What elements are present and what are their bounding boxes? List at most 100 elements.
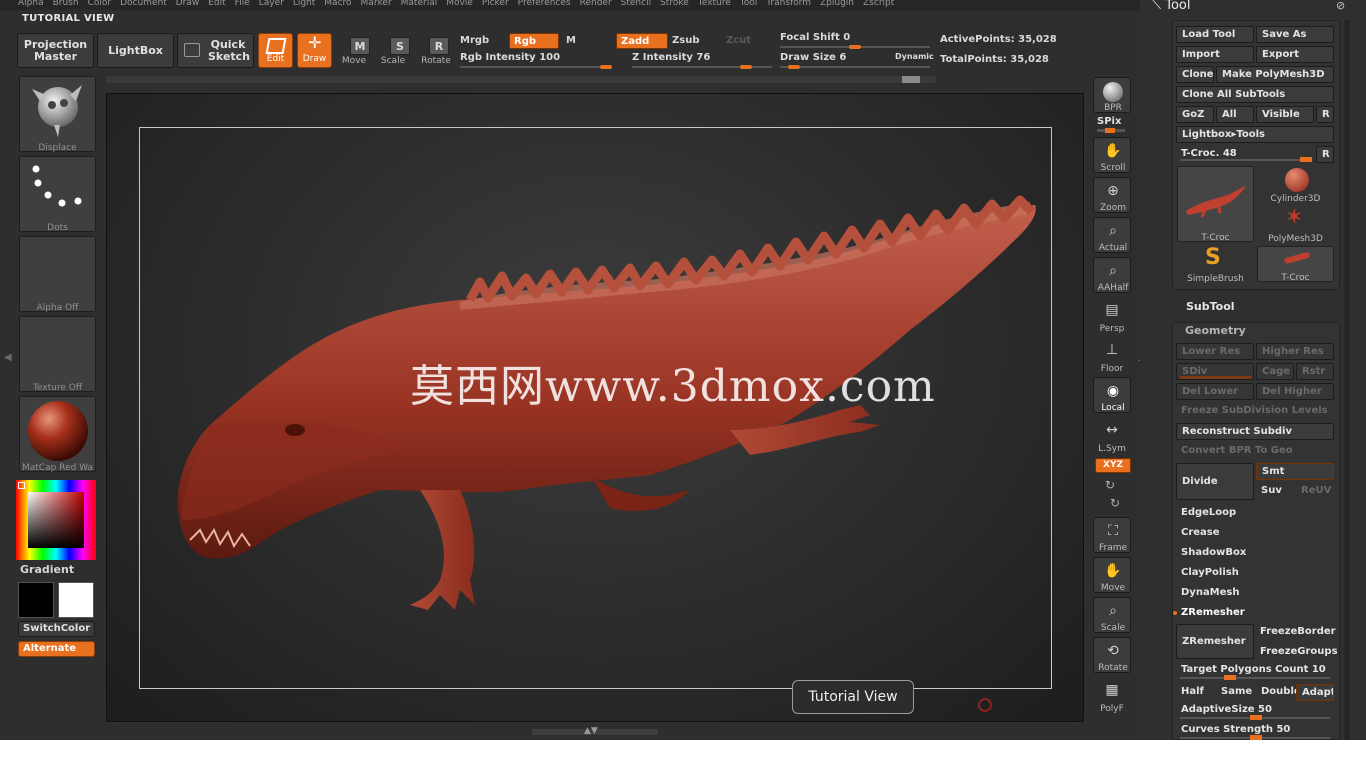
tool-thumb-polymesh[interactable]: ✶ PolyMesh3D xyxy=(1257,206,1334,245)
target-polygons-handle[interactable] xyxy=(1224,675,1236,680)
scroll-button[interactable]: ✋ Scroll xyxy=(1093,137,1131,173)
zoom-button[interactable]: ⊕ Zoom xyxy=(1093,177,1131,213)
focal-shift-handle[interactable] xyxy=(849,45,861,49)
menu-layer[interactable]: Layer xyxy=(259,0,284,8)
lightbox-tools-button[interactable]: Lightbox▸Tools xyxy=(1176,126,1334,143)
draw-size-slider[interactable]: Draw Size 6 xyxy=(780,52,846,63)
make-polymesh-button[interactable]: Make PolyMesh3D xyxy=(1216,66,1334,83)
clone-all-subtools-button[interactable]: Clone All SubTools xyxy=(1176,86,1334,103)
mrgb-button[interactable]: Mrgb xyxy=(456,33,506,49)
tcroc-track[interactable] xyxy=(1180,159,1310,161)
load-tool-button[interactable]: Load Tool xyxy=(1176,26,1254,43)
z-intensity-slider[interactable]: Z Intensity 76 xyxy=(632,52,710,63)
local-button[interactable]: ◉ Local xyxy=(1093,377,1131,413)
scale-icon[interactable]: S xyxy=(390,37,410,55)
suv-toggle[interactable]: Suv xyxy=(1256,483,1294,500)
alternate-button[interactable]: Alternate xyxy=(18,641,95,657)
actual-button[interactable]: ⌕ Actual xyxy=(1093,217,1131,253)
del-lower-button[interactable]: Del Lower xyxy=(1176,383,1254,400)
geometry-header[interactable]: Geometry xyxy=(1185,324,1246,337)
sdiv-track[interactable] xyxy=(1180,376,1252,379)
freeze-border-toggle[interactable]: FreezeBorder xyxy=(1255,624,1339,641)
freeze-groups-toggle[interactable]: FreezeGroups xyxy=(1255,644,1339,661)
secondary-color-swatch[interactable] xyxy=(18,582,54,618)
menu-zplugin[interactable]: Zplugin xyxy=(820,0,854,8)
menu-marker[interactable]: Marker xyxy=(361,0,392,8)
zcut-button[interactable]: Zcut xyxy=(722,33,772,49)
goz-all-button[interactable]: All xyxy=(1216,106,1254,123)
color-picker[interactable] xyxy=(16,480,96,560)
menu-alpha[interactable]: Alpha xyxy=(18,0,44,8)
menu-preferences[interactable]: Preferences xyxy=(518,0,571,8)
rstr-button[interactable]: Rstr xyxy=(1296,363,1334,380)
import-button[interactable]: Import xyxy=(1176,46,1254,63)
rgb-intensity-slider[interactable]: Rgb Intensity 100 xyxy=(460,52,560,63)
move-view-button[interactable]: ✋ Move xyxy=(1093,557,1131,593)
menu-render[interactable]: Render xyxy=(580,0,612,8)
export-button[interactable]: Export xyxy=(1256,46,1334,63)
tool-thumb-cylinder[interactable]: Cylinder3D xyxy=(1257,166,1334,204)
rotate-y-icon[interactable]: ↻ xyxy=(1105,478,1115,492)
convert-bpr-button[interactable]: Convert BPR To Geo xyxy=(1176,443,1336,460)
floor-button[interactable]: ⊥ Floor xyxy=(1093,337,1131,374)
reuv-button[interactable]: ReUV xyxy=(1296,483,1336,500)
zsub-button[interactable]: Zsub xyxy=(668,33,720,49)
horizontal-scrollbar[interactable] xyxy=(106,76,936,83)
rotate-icon[interactable]: R xyxy=(429,37,449,55)
zadd-button[interactable]: Zadd xyxy=(616,33,668,49)
dynamesh-header[interactable]: DynaMesh xyxy=(1176,585,1334,602)
gradient-label[interactable]: Gradient xyxy=(20,563,74,576)
zremesher-button[interactable]: ZRemesher xyxy=(1176,624,1254,659)
m-button[interactable]: M xyxy=(562,33,612,49)
left-tray-toggle-icon[interactable]: ◀ xyxy=(4,352,12,363)
higher-res-button[interactable]: Higher Res xyxy=(1256,343,1334,360)
menu-texture[interactable]: Texture xyxy=(698,0,731,8)
menu-light[interactable]: Light xyxy=(293,0,315,8)
menu-transform[interactable]: Transform xyxy=(766,0,811,8)
dynamic-toggle[interactable]: Dynamic xyxy=(895,52,934,61)
move-icon[interactable]: M xyxy=(350,37,370,55)
spix-handle[interactable] xyxy=(1105,128,1115,133)
tool-thumb-tcroc[interactable]: T-Croc xyxy=(1177,166,1254,243)
curves-strength-handle[interactable] xyxy=(1250,735,1262,740)
menu-file[interactable]: File xyxy=(235,0,250,8)
menu-stencil[interactable]: Stencil xyxy=(621,0,651,8)
draw-size-handle[interactable] xyxy=(788,65,800,69)
reconstruct-subdiv-button[interactable]: Reconstruct Subdiv xyxy=(1176,423,1334,440)
crease-header[interactable]: Crease xyxy=(1176,525,1334,542)
projection-master-button[interactable]: Projection Master xyxy=(17,33,94,68)
main-color-swatch[interactable] xyxy=(58,582,94,618)
frame-button[interactable]: ⛶ Frame xyxy=(1093,517,1131,553)
alpha-slot[interactable]: Alpha Off xyxy=(19,236,96,313)
menu-stroke[interactable]: Stroke xyxy=(660,0,689,8)
menu-macro[interactable]: Macro xyxy=(324,0,351,8)
rgb-button[interactable]: Rgb xyxy=(509,33,559,49)
tool-panel-scrollbar[interactable] xyxy=(1344,20,1350,740)
rotate-z-icon[interactable]: ↻ xyxy=(1110,496,1120,510)
spix-track[interactable] xyxy=(1097,128,1125,133)
persp-button[interactable]: ▤ Persp xyxy=(1093,297,1131,334)
clone-button[interactable]: Clone xyxy=(1176,66,1214,83)
divide-button[interactable]: Divide xyxy=(1176,463,1254,500)
smt-toggle[interactable]: Smt xyxy=(1256,463,1334,480)
stroke-slot[interactable]: Dots xyxy=(19,156,96,233)
focal-shift-slider[interactable]: Focal Shift 0 xyxy=(780,32,850,43)
quick-sketch-button[interactable]: Quick Sketch xyxy=(177,33,254,68)
target-polygons-track[interactable] xyxy=(1180,677,1330,679)
tool-thumb-simplebrush[interactable]: S SimpleBrush xyxy=(1177,246,1254,285)
claypolish-header[interactable]: ClayPolish xyxy=(1176,565,1334,582)
menu-brush[interactable]: Brush xyxy=(53,0,79,8)
adaptive-size-handle[interactable] xyxy=(1250,715,1262,720)
polyf-button[interactable]: ▦ PolyF xyxy=(1093,677,1131,714)
lower-res-button[interactable]: Lower Res xyxy=(1176,343,1254,360)
double-toggle[interactable]: Double xyxy=(1256,684,1296,701)
cage-button[interactable]: Cage xyxy=(1256,363,1294,380)
z-intensity-handle[interactable] xyxy=(740,65,752,69)
record-indicator-icon[interactable] xyxy=(978,698,992,712)
shadowbox-header[interactable]: ShadowBox xyxy=(1176,545,1334,562)
zremesher-header[interactable]: ZRemesher xyxy=(1176,605,1334,622)
freeze-subdivision-button[interactable]: Freeze SubDivision Levels xyxy=(1176,403,1336,420)
scrollbar-handle[interactable] xyxy=(902,76,920,83)
same-toggle[interactable]: Same xyxy=(1216,684,1254,701)
spix-slider[interactable]: SPix xyxy=(1097,116,1121,127)
